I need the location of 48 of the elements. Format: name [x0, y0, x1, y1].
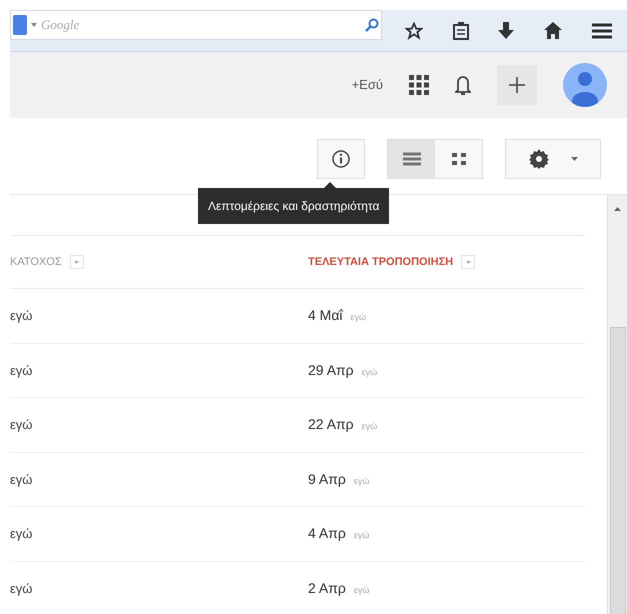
owner-cell-text: εγώ: [10, 362, 34, 380]
scroll-up-icon[interactable]: [614, 207, 621, 211]
owner-cell-text: εγώ: [10, 580, 34, 598]
clipboard-icon[interactable]: [452, 22, 469, 40]
column-header[interactable]: ΚΑΤΟΧΟΣ: [10, 254, 62, 270]
owner-cell-text: εγώ: [10, 525, 34, 543]
search-field[interactable]: Google: [10, 10, 382, 40]
owner-cell-text: εγώ: [10, 416, 34, 434]
modified-by: εγώ: [354, 529, 370, 542]
bell-icon[interactable]: [455, 74, 471, 96]
scrollbar-thumb[interactable]: [610, 327, 626, 614]
modified-date: 29 Απρ: [308, 360, 354, 380]
modified-date: 9 Απρ: [308, 470, 346, 489]
add-button[interactable]: [497, 65, 537, 105]
grid-icon: [452, 153, 466, 165]
column-header[interactable]: ΤΕΛΕΥΤΑΙΑ ΤΡΟΠΟΠΟΙΗΣΗ: [308, 254, 454, 270]
avatar-icon[interactable]: [563, 63, 607, 107]
modified-date: 2 Απρ: [308, 578, 346, 598]
scrollbar[interactable]: [607, 195, 627, 614]
grid-view-button[interactable]: [435, 140, 482, 178]
list-view-button[interactable]: [388, 140, 435, 178]
modified-date: 4 Μαΐ: [308, 306, 343, 326]
tooltip-text: Λεπτομέρειες και δραστηριότητα: [208, 198, 380, 215]
download-icon[interactable]: [498, 22, 514, 40]
info-button[interactable]: [317, 139, 365, 179]
modified-by: εγώ: [354, 584, 370, 597]
owner-cell-text: εγώ: [10, 470, 34, 489]
modified-by: εγώ: [362, 366, 378, 379]
modified-by: εγώ: [362, 420, 378, 434]
modified-by: εγώ: [350, 311, 366, 324]
home-icon[interactable]: [544, 22, 562, 39]
search-input[interactable]: Google: [41, 15, 361, 35]
info-icon: [332, 150, 350, 168]
star-icon[interactable]: [404, 22, 423, 40]
modified-date: 22 Απρ: [308, 415, 354, 434]
modified-by: εγώ: [354, 474, 370, 488]
apps-grid-icon[interactable]: [409, 75, 429, 95]
profile-link[interactable]: +Εσύ: [352, 75, 383, 95]
caret-icon: [570, 157, 578, 161]
settings-button[interactable]: [505, 139, 601, 179]
plus-icon: [509, 77, 525, 93]
modified-date: 4 Απρ: [308, 524, 346, 544]
owner-cell-text: εγώ: [10, 307, 34, 325]
caret-icon: [31, 23, 37, 27]
search-icon[interactable]: [365, 18, 379, 32]
list-icon: [402, 152, 420, 166]
settings-icon: [528, 149, 548, 169]
menu-icon[interactable]: [592, 22, 612, 38]
